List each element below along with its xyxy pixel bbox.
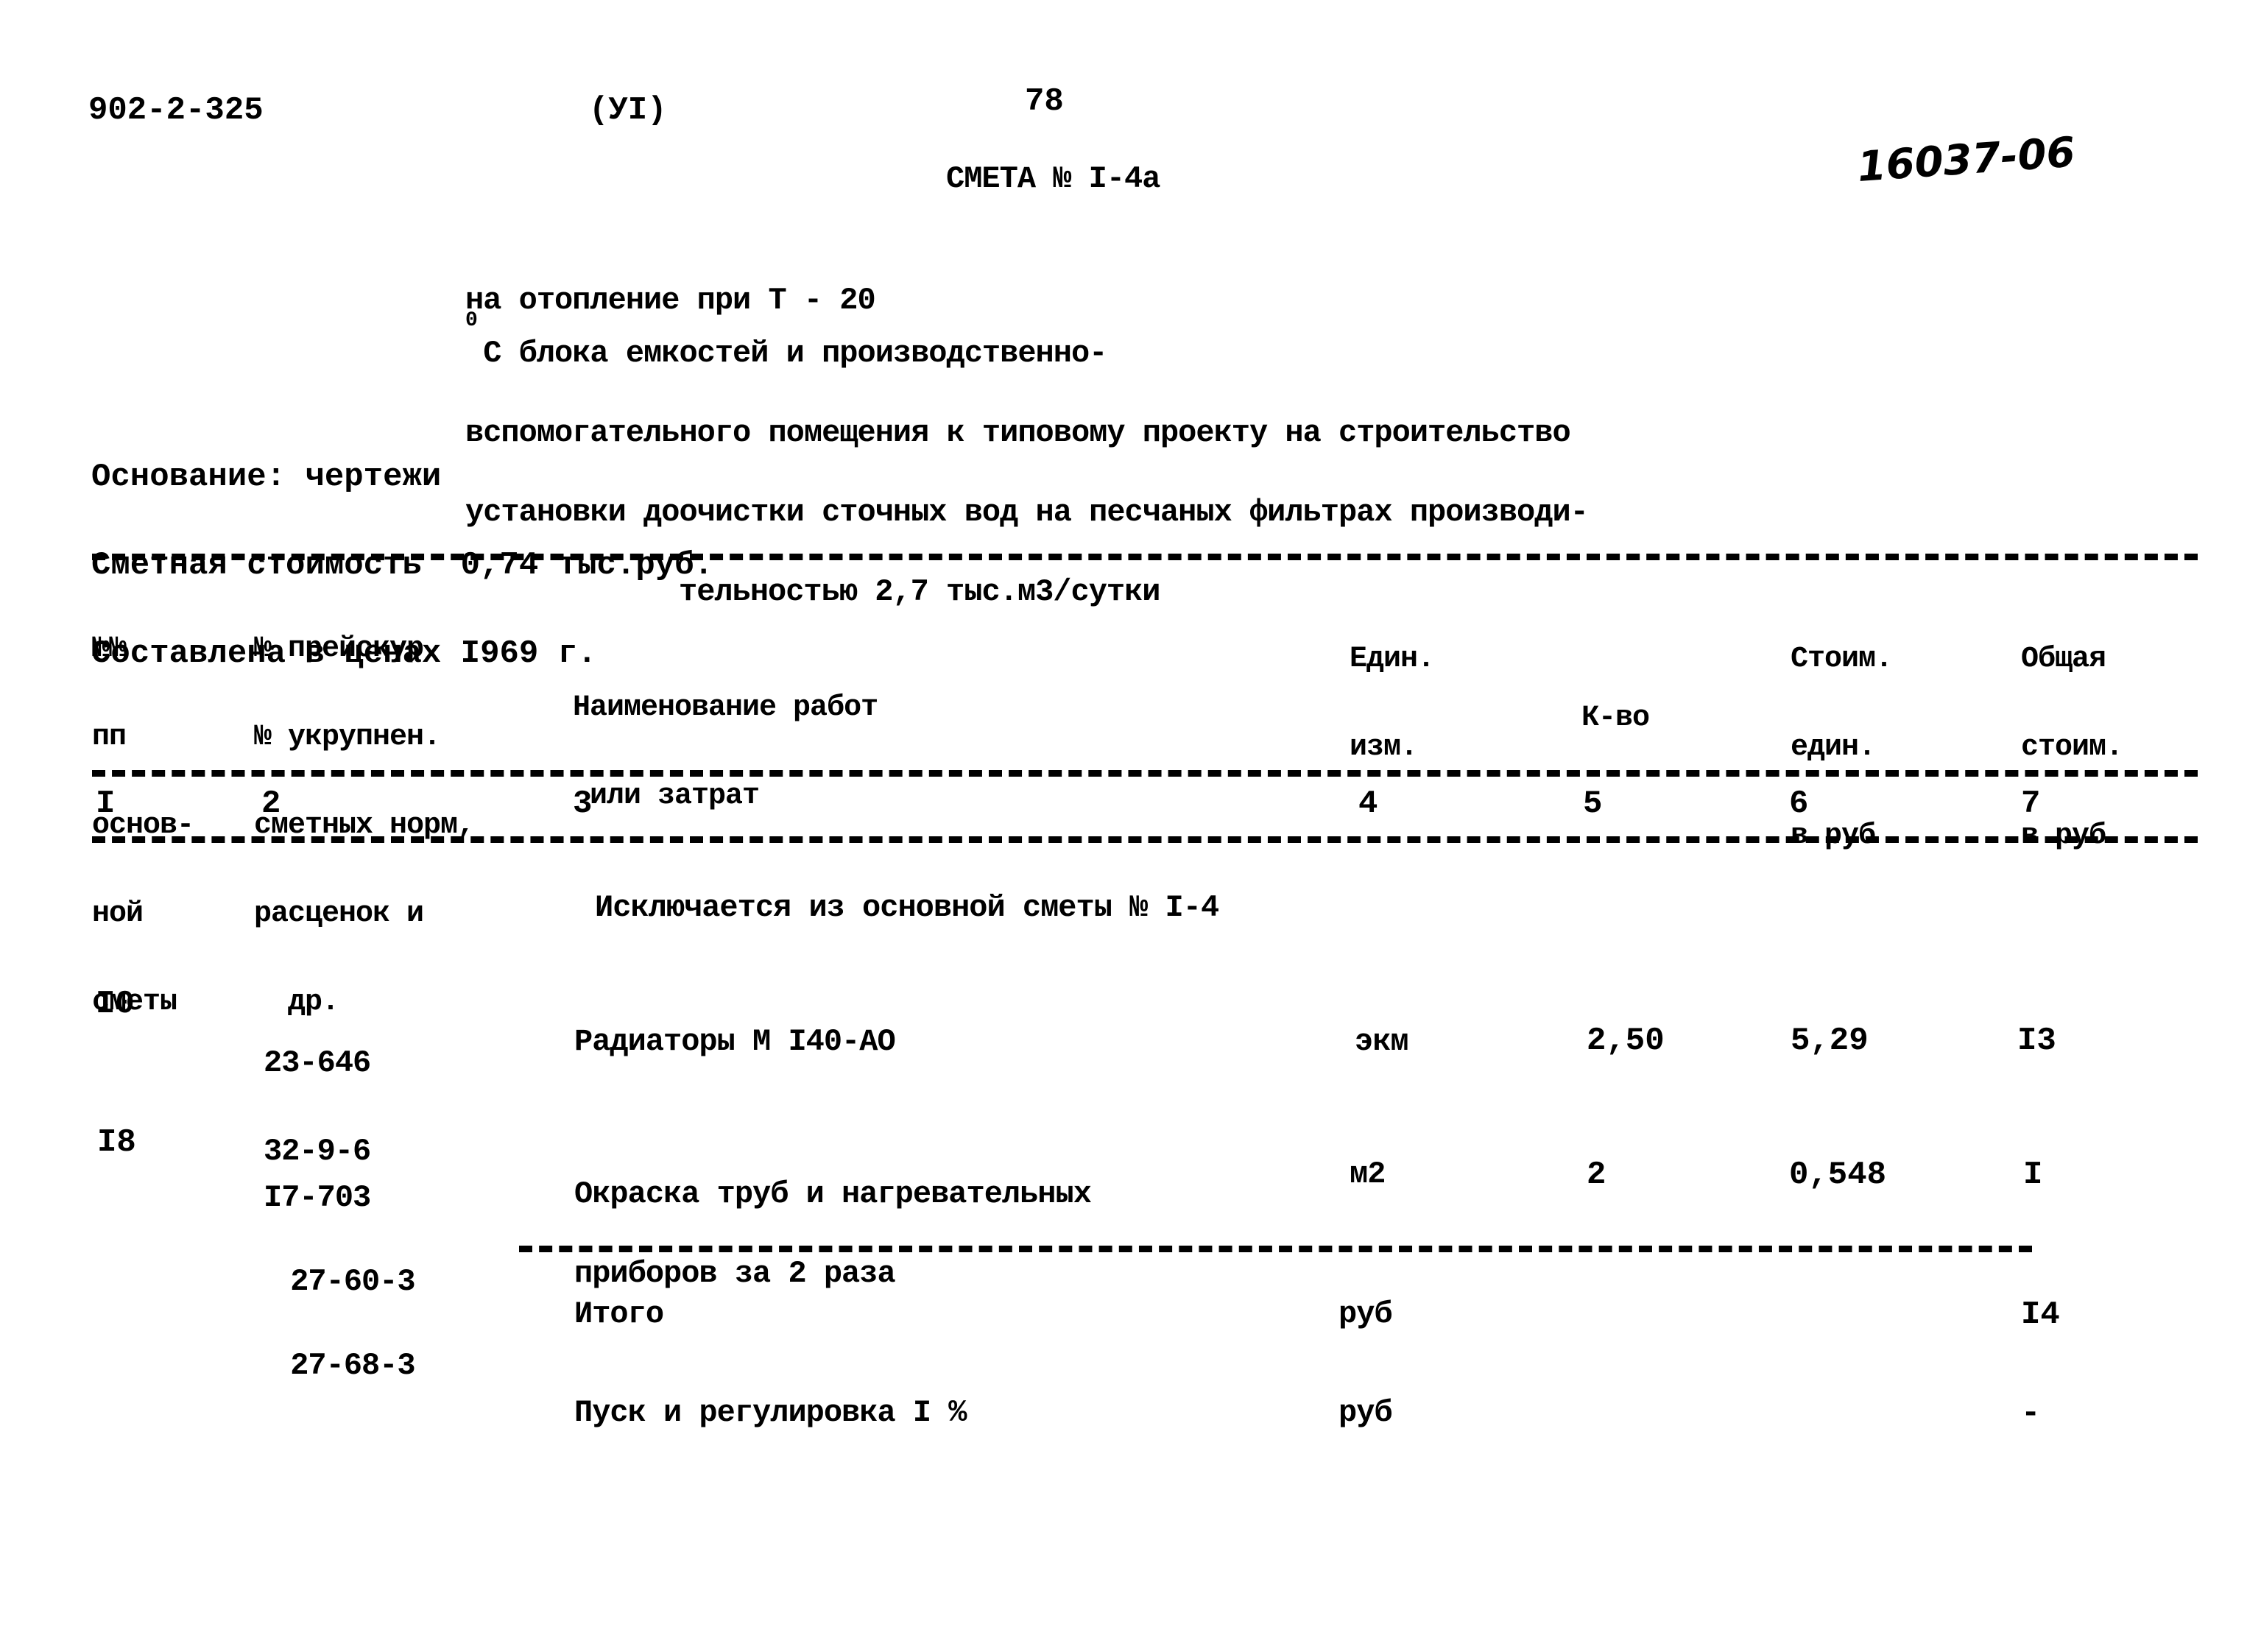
column-number-7: 7 [2021, 786, 2041, 822]
summary-label: Пуск и регулировка I % [574, 1395, 967, 1430]
row-unit-cost: 0,548 [1789, 1157, 1887, 1193]
row-name: Радиаторы М I40-АО [574, 1024, 896, 1059]
header-col-6-line: Стоим. [1791, 643, 1893, 676]
row-code: 27-60-3 [272, 1264, 415, 1299]
column-numbers-divider [92, 836, 2198, 843]
header-col-3: Наименование работ или затрат [573, 576, 878, 841]
row-code: 27-68-3 [272, 1348, 415, 1383]
handwritten-number: 16037-06 [1855, 128, 2077, 191]
header-col-5-line: К-во [1581, 702, 1650, 735]
volume-label: (УI) [589, 92, 667, 129]
header-col-1-line: №№ [92, 632, 127, 666]
column-number-6: 6 [1789, 786, 1809, 822]
summary-total: - [2021, 1395, 2041, 1432]
header-col-1-line: ной [92, 897, 144, 931]
header-col-2: № прейскур. № укрупнен. сметных норм, ра… [254, 576, 475, 1047]
degree-superscript: 0 [465, 309, 478, 332]
row-code: I7-703 [264, 1180, 371, 1215]
summary-unit: руб [1338, 1296, 1393, 1332]
row-total: I [2023, 1157, 2043, 1193]
header-col-5: К-во [1581, 586, 1650, 763]
row-number: I8 [97, 1124, 136, 1161]
column-number-1: I [96, 786, 116, 822]
row-name-line: Окраска труб и нагревательных [574, 1176, 1092, 1212]
summary-unit: руб [1338, 1395, 1393, 1430]
header-col-4-line: Един. [1350, 643, 1435, 676]
basis-line: Основание: чертежи [91, 459, 442, 495]
row-quantity: 2 [1587, 1157, 1606, 1193]
header-col-3-line: Наименование работ [573, 691, 878, 724]
header-col-2-line: № прейскур. [254, 632, 441, 666]
summary-total: I4 [2021, 1296, 2060, 1333]
description-line-1: на отопление при Т - 20 0 С блока емкосте… [465, 285, 1588, 371]
row-quantity: 2,50 [1587, 1023, 1665, 1059]
header-col-7-line: стоим. [2021, 731, 2123, 764]
table-top-divider [92, 554, 2198, 560]
header-col-4: Един. изм. [1350, 586, 1435, 792]
row-total: I3 [2017, 1023, 2056, 1059]
header-col-2-line: № укрупнен. [254, 721, 441, 754]
column-number-3: 3 [573, 786, 593, 822]
row-unit: экм [1355, 1024, 1409, 1059]
row-number: I0 [96, 986, 135, 1023]
header-col-3-line: или затрат [573, 780, 760, 813]
header-col-1-line: пп [92, 721, 127, 754]
document-code: 902-2-325 [88, 92, 264, 129]
summary-label: Итого [574, 1296, 664, 1332]
row-name-line: приборов за 2 раза [574, 1256, 896, 1291]
header-col-4-line: изм. [1350, 731, 1418, 764]
header-bottom-divider [92, 770, 2198, 777]
page-number: 78 [1025, 83, 1064, 120]
row-codes: I7-703 27-60-3 27-68-3 [264, 1128, 416, 1436]
row-unit-cost: 5,29 [1791, 1023, 1869, 1059]
section-title: Исключается из основной сметы № I-4 [595, 890, 1219, 925]
description-line-1-rest: С блока емкостей и производственно- [465, 336, 1107, 371]
row-unit: м2 [1350, 1157, 1386, 1192]
column-number-4: 4 [1358, 786, 1378, 822]
subtotal-divider [519, 1246, 2032, 1252]
header-col-6-line: един. [1791, 731, 1876, 764]
header-col-7-line: Общая [2021, 643, 2106, 676]
column-number-5: 5 [1583, 786, 1603, 822]
row-code: 23-646 [264, 1045, 371, 1081]
column-number-2: 2 [261, 786, 281, 822]
header-col-2-line: расценок и [254, 897, 424, 931]
estimate-title: СМЕТА № I-4а [946, 161, 1160, 197]
